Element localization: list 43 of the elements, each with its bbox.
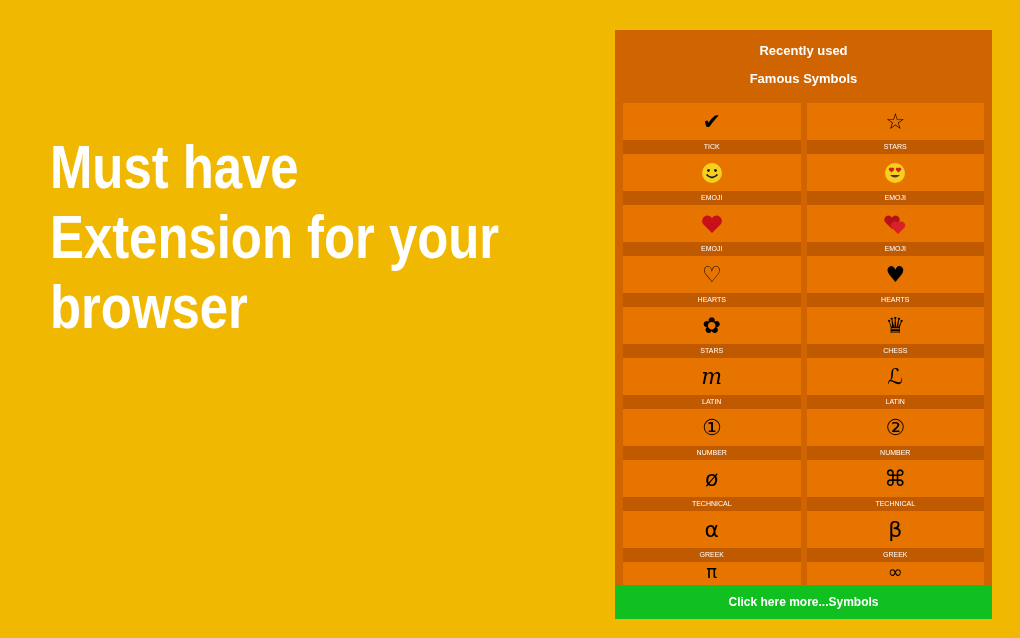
symbol-glyph: ② [885, 413, 906, 442]
symbol-glyph: m [701, 362, 723, 391]
symbol-tile[interactable]: ♥ [806, 256, 984, 293]
symbol-glyph: β [888, 515, 903, 544]
symbol-glyph: ✿ [702, 311, 721, 340]
symbol-tile[interactable]: ① [623, 409, 801, 446]
symbol-glyph: ① [701, 413, 722, 442]
symbol-tile[interactable]: ∞ [806, 562, 984, 585]
symbol-tile[interactable]: ♛ [806, 307, 984, 344]
headline-line: Extension for your [50, 202, 501, 272]
symbol-glyph: ♛ [885, 311, 906, 340]
symbol-glyph: ∞ [887, 562, 903, 582]
section-heading: Famous Symbols [749, 71, 858, 87]
symbol-tile[interactable] [806, 154, 984, 191]
symbol-tile[interactable]: ✿ [623, 307, 801, 344]
symbol-glyph: ♡ [701, 260, 722, 289]
symbol-glyph: ☆ [885, 107, 906, 136]
headline-line: browser [50, 272, 249, 342]
symbol-glyph: ø [705, 464, 719, 493]
symbol-tile[interactable]: ② [806, 409, 984, 446]
symbol-tile[interactable]: ℒ [806, 358, 984, 395]
symbol-glyph: π [706, 562, 718, 582]
symbol-tile[interactable]: α [623, 511, 801, 548]
symbol-glyph: ℒ [887, 362, 904, 391]
symbol-glyph: ✔ [702, 107, 721, 136]
symbol-tile[interactable]: ✔ [623, 103, 801, 140]
symbol-tile[interactable]: β [806, 511, 984, 548]
smiley-icon [699, 160, 724, 185]
symbol-tile[interactable]: m [623, 358, 801, 395]
symbol-tile[interactable]: ø [623, 460, 801, 497]
symbol-tile[interactable] [806, 205, 984, 242]
symbol-tile[interactable] [623, 154, 801, 191]
heart-eyes-icon [883, 160, 908, 185]
symbol-glyph: α [704, 515, 719, 544]
symbol-tile[interactable]: ☆ [806, 103, 984, 140]
symbol-tile[interactable] [623, 205, 801, 242]
symbol-tile[interactable]: ⌘ [806, 460, 984, 497]
symbol-tile[interactable]: π [623, 562, 801, 585]
symbol-glyph: ♥ [885, 260, 906, 289]
recently-used-heading: Recently used [759, 43, 848, 59]
symbol-tile[interactable]: ♡ [623, 256, 801, 293]
symbol-glyph: ⌘ [884, 464, 907, 493]
headline-line: Must have [50, 132, 300, 202]
